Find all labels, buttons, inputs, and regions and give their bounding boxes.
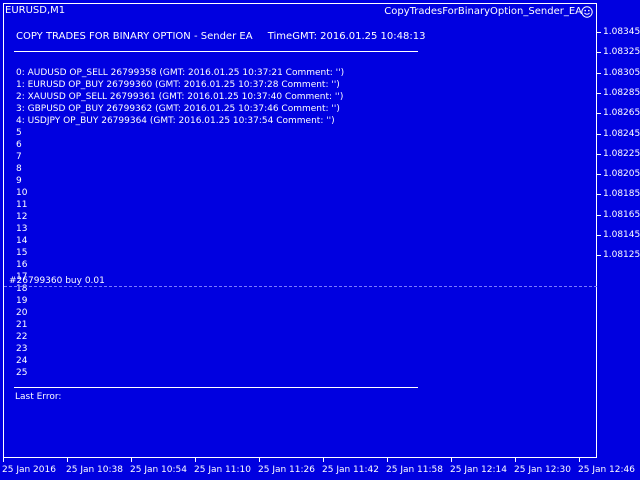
- trade-row: 23: [16, 344, 28, 354]
- symbol-label: EURUSD,M1: [5, 5, 66, 16]
- time-tick-label: 25 Jan 12:14: [450, 465, 507, 475]
- price-tick-mark: [597, 255, 601, 257]
- trade-row: 12: [16, 212, 28, 222]
- trade-row: 7: [16, 152, 22, 162]
- time-tick-mark: [387, 458, 388, 462]
- trade-row: 25: [16, 368, 28, 378]
- order-level-label: #26799360 buy 0.01: [9, 276, 105, 286]
- price-tick-label: 1.08305: [603, 67, 640, 78]
- time-tick-mark: [67, 458, 68, 462]
- trade-row: 15: [16, 248, 28, 258]
- panel-header: COPY TRADES FOR BINARY OPTION - Sender E…: [16, 31, 437, 43]
- trade-row: 3: GBPUSD OP_BUY 26799362 (GMT: 2016.01.…: [16, 104, 340, 114]
- smiley-face-icon[interactable]: [581, 6, 593, 18]
- time-tick-label: 25 Jan 10:54: [130, 465, 187, 475]
- time-tick-mark: [323, 458, 324, 462]
- price-tick-label: 1.08185: [603, 189, 640, 200]
- time-gmt-label: TimeGMT: 2016.01.25 10:48:13: [267, 31, 426, 42]
- expert-advisor-name[interactable]: CopyTradesForBinaryOption_Sender_EA: [384, 6, 582, 18]
- price-tick-mark: [597, 32, 601, 33]
- price-tick-label: 1.08125: [603, 250, 640, 261]
- price-tick-label: 1.08245: [603, 128, 640, 139]
- trade-row: 11: [16, 200, 28, 210]
- price-tick-mark: [597, 153, 601, 155]
- trade-row: 14: [16, 236, 28, 246]
- time-tick-label: 25 Jan 12:30: [514, 465, 571, 475]
- price-tick-label: 1.08165: [603, 209, 640, 220]
- trade-row: 19: [16, 296, 28, 306]
- trade-row: 16: [16, 260, 28, 270]
- chart-window[interactable]: EURUSD,M1 CopyTradesForBinaryOption_Send…: [0, 0, 640, 480]
- time-tick-mark: [451, 458, 452, 462]
- time-tick-mark: [131, 458, 132, 462]
- price-tick-mark: [597, 133, 601, 135]
- time-tick-label: 25 Jan 11:26: [258, 465, 315, 475]
- trade-row: 10: [16, 188, 28, 198]
- price-tick-label: 1.08265: [603, 108, 640, 119]
- trade-list: 0: AUDUSD OP_SELL 26799358 (GMT: 2016.01…: [16, 67, 344, 379]
- trade-row: 20: [16, 308, 28, 318]
- trade-row: 21: [16, 320, 28, 330]
- last-error-label: Last Error:: [15, 392, 62, 402]
- time-tick-label: 25 Jan 2016: [2, 465, 56, 475]
- price-tick-mark: [597, 52, 601, 54]
- price-tick-mark: [597, 194, 601, 196]
- price-tick-mark: [597, 214, 601, 216]
- price-tick-mark: [597, 235, 601, 236]
- footer-divider: [14, 387, 418, 388]
- trade-row: 9: [16, 176, 22, 186]
- price-tick-label: 1.08225: [603, 148, 640, 159]
- price-tick-mark: [597, 174, 601, 176]
- trade-row: 1: EURUSD OP_BUY 26799360 (GMT: 2016.01.…: [16, 80, 340, 90]
- trade-row: 13: [16, 224, 28, 234]
- price-tick-label: 1.08345: [603, 27, 640, 37]
- trade-row: 5: [16, 128, 22, 138]
- time-tick-label: 25 Jan 11:42: [322, 465, 379, 475]
- trade-row: 0: AUDUSD OP_SELL 26799358 (GMT: 2016.01…: [16, 68, 345, 78]
- time-tick-mark: [579, 458, 580, 462]
- time-tick-mark: [195, 458, 196, 462]
- time-tick-label: 25 Jan 11:58: [386, 465, 443, 475]
- time-tick-label: 25 Jan 11:10: [194, 465, 251, 475]
- trade-row: 24: [16, 356, 28, 366]
- time-tick-label: 25 Jan 12:46: [578, 465, 635, 475]
- trade-row: 4: USDJPY OP_BUY 26799364 (GMT: 2016.01.…: [16, 116, 335, 126]
- trade-row: 8: [16, 164, 22, 174]
- price-tick-mark: [597, 113, 601, 115]
- price-tick-mark: [597, 72, 601, 74]
- trade-row: 6: [16, 140, 22, 150]
- trade-row: 22: [16, 332, 28, 342]
- time-tick-mark: [259, 458, 260, 462]
- price-tick-label: 1.08285: [603, 87, 640, 98]
- price-tick-label: 1.08145: [603, 230, 640, 240]
- header-divider: [14, 51, 418, 52]
- price-tick-label: 1.08205: [603, 169, 640, 180]
- time-tick-mark: [3, 458, 4, 462]
- panel-title: COPY TRADES FOR BINARY OPTION - Sender E…: [16, 31, 253, 42]
- time-tick-label: 25 Jan 10:38: [66, 465, 123, 475]
- time-tick-mark: [515, 458, 516, 462]
- price-tick-mark: [597, 92, 601, 94]
- trade-row: 2: XAUUSD OP_SELL 26799361 (GMT: 2016.01…: [16, 92, 344, 102]
- price-tick-label: 1.08325: [603, 47, 640, 58]
